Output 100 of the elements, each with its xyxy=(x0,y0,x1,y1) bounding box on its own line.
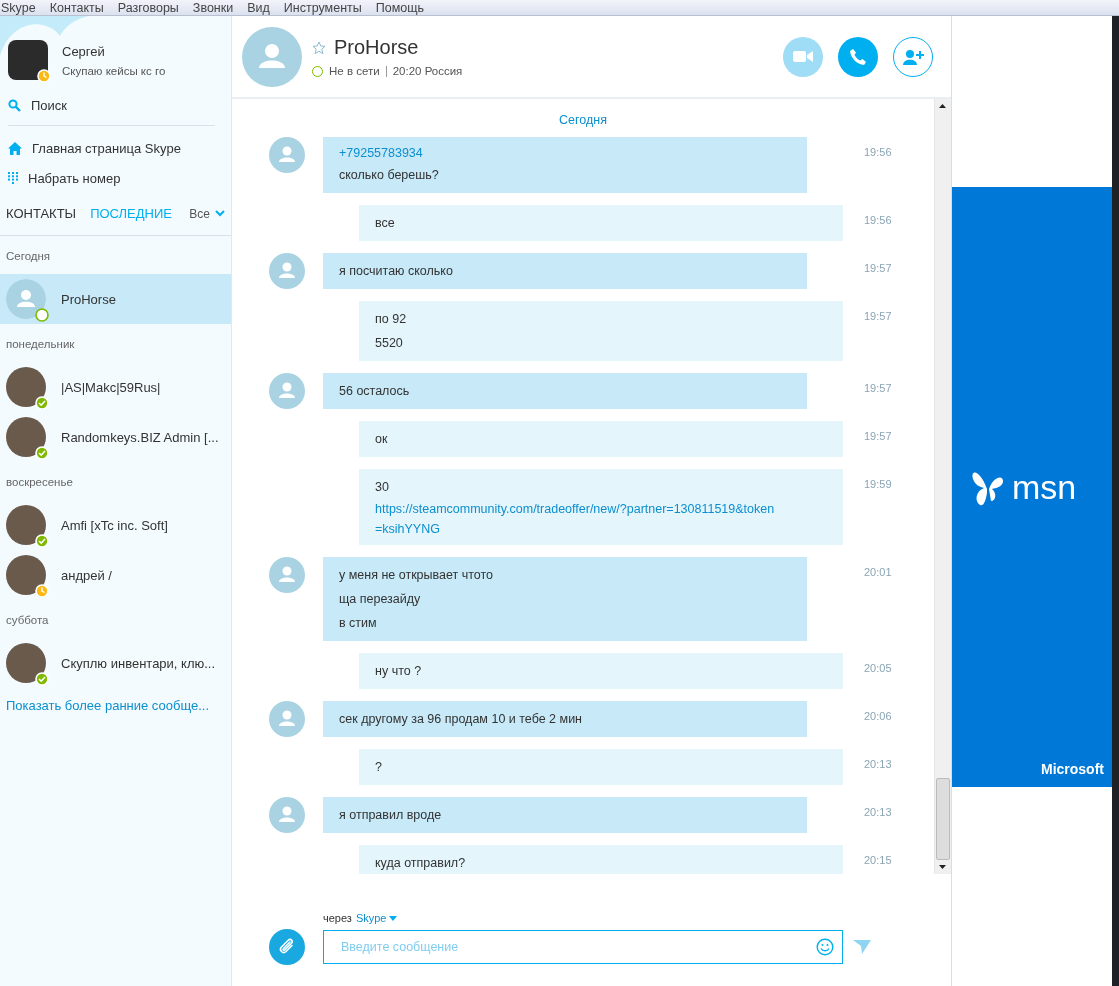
scrollbar[interactable] xyxy=(934,99,951,874)
local-time: 20:20 Россия xyxy=(392,65,463,77)
message-text: 30 xyxy=(375,479,390,496)
home-icon xyxy=(8,141,22,155)
add-contact-button[interactable] xyxy=(893,36,933,77)
show-earlier-link[interactable]: Показать более ранние сообще... xyxy=(0,688,231,723)
message-text: куда отправил? xyxy=(375,855,467,872)
link-label: Главная страница Skype xyxy=(32,140,181,156)
contact-item[interactable]: ProHorse xyxy=(0,274,231,324)
message-text: сколько берешь? xyxy=(339,167,440,184)
message-text: ща перезайду xyxy=(339,591,422,608)
ad-banner[interactable]: msn Microsoft xyxy=(952,187,1112,787)
contact-name: андрей / xyxy=(61,567,112,583)
message-input[interactable]: Введите сообщение xyxy=(339,939,816,955)
profile-name[interactable]: Сергей xyxy=(62,43,166,59)
call-button[interactable] xyxy=(838,36,878,77)
group-header: воскресенье xyxy=(5,475,74,490)
menu-item[interactable]: Вид xyxy=(247,0,270,15)
menu-item[interactable]: Помощь xyxy=(375,0,425,15)
menu-item[interactable]: Инструменты xyxy=(283,0,362,15)
group-header: суббота xyxy=(5,613,50,628)
paperclip-icon xyxy=(278,938,296,956)
add-person-icon xyxy=(902,48,924,65)
message-time: 19:57 xyxy=(864,381,892,394)
avatar-icon xyxy=(269,797,305,833)
emoji-icon[interactable] xyxy=(816,938,834,956)
avatar-icon xyxy=(269,137,305,173)
contact-item[interactable]: Amfi [xTc inc. Soft] xyxy=(0,500,231,550)
message-time: 20:01 xyxy=(864,565,892,578)
message-text: 5520 xyxy=(375,335,404,352)
message-text: я посчитаю сколько xyxy=(339,263,454,280)
menu-item[interactable]: Звонки xyxy=(192,0,234,15)
contact-name: Randomkeys.BIZ Admin [... xyxy=(61,429,219,445)
contact-name: Скуплю инвентари, клю... xyxy=(61,655,216,671)
message-text: 56 осталось xyxy=(339,383,411,400)
send-icon[interactable] xyxy=(853,940,871,954)
dialpad-icon xyxy=(8,172,18,184)
favorite-star-icon[interactable] xyxy=(312,40,326,55)
message-field[interactable]: Введите сообщение xyxy=(323,930,843,964)
message-time: 19:59 xyxy=(864,477,892,490)
status-text: Не в сети xyxy=(329,65,380,77)
video-camera-icon xyxy=(793,50,813,63)
search-button[interactable]: Поиск xyxy=(8,98,215,126)
contact-name: |AS|Makc|59Rus| xyxy=(61,379,161,395)
filter-dropdown[interactable]: Все xyxy=(189,206,225,221)
message-time: 19:57 xyxy=(864,309,892,322)
ad-logo-text: msn xyxy=(1012,467,1077,507)
list-tab[interactable]: КОНТАКТЫ xyxy=(6,206,77,221)
search-label: Поиск xyxy=(31,98,68,113)
contact-item[interactable]: андрей / xyxy=(0,550,231,600)
message-time: 20:13 xyxy=(864,757,892,770)
message-text: у меня не открывает чтото xyxy=(339,567,495,584)
message-text: ? xyxy=(375,759,383,776)
message-text: ну что ? xyxy=(375,663,423,680)
group-header: понедельник xyxy=(5,337,76,352)
avatar-icon xyxy=(269,253,305,289)
message-text: в стим xyxy=(339,615,378,632)
avatar-icon xyxy=(269,373,305,409)
message-text: ок xyxy=(375,431,389,448)
nav-link[interactable]: Главная страница Skype xyxy=(8,138,231,158)
avatar-icon xyxy=(269,701,305,737)
message-time: 20:15 xyxy=(864,853,892,866)
menu-item[interactable]: Skype xyxy=(1,0,36,15)
link-label: Набрать номер xyxy=(28,170,121,186)
avatar-icon xyxy=(242,26,302,87)
date-divider: Сегодня xyxy=(558,113,608,127)
message-time: 19:57 xyxy=(864,429,892,442)
message-time: 19:56 xyxy=(864,145,892,158)
nav-link[interactable]: Набрать номер xyxy=(8,168,231,188)
message-text: по 92 xyxy=(375,311,408,328)
contact-name: ProHorse xyxy=(61,291,116,307)
contact-item[interactable]: Randomkeys.BIZ Admin [... xyxy=(0,412,231,462)
message-text: я отправил вроде xyxy=(339,807,443,824)
message-time: 20:13 xyxy=(864,805,892,818)
contact-item[interactable]: |AS|Makc|59Rus| xyxy=(0,362,231,412)
message-time: 20:05 xyxy=(864,661,892,674)
phone-icon xyxy=(849,47,867,66)
via-label: через xyxy=(323,912,352,924)
search-icon xyxy=(8,99,21,112)
contact-item[interactable]: Скуплю инвентари, клю... xyxy=(0,638,231,688)
message-text: сек другому за 96 продам 10 и тебе 2 мин xyxy=(339,711,583,728)
avatar-icon xyxy=(269,557,305,593)
profile-photo-placeholder[interactable] xyxy=(8,40,48,80)
video-call-button[interactable] xyxy=(783,36,823,77)
contact-name: Amfi [xTc inc. Soft] xyxy=(61,517,168,533)
menu-item[interactable]: Контакты xyxy=(49,0,104,15)
mood-message[interactable]: Скупаю кейсы кс го xyxy=(62,64,166,77)
message-time: 19:56 xyxy=(864,213,892,226)
group-header: Сегодня xyxy=(5,249,52,264)
attach-button[interactable] xyxy=(269,929,305,965)
menu-item[interactable]: Разговоры xyxy=(117,0,179,15)
message-time: 19:57 xyxy=(864,261,892,274)
service-dropdown[interactable]: Skype xyxy=(355,912,398,924)
message-time: 20:06 xyxy=(864,709,892,722)
ad-brand: Microsoft xyxy=(1041,761,1104,777)
caret-icon xyxy=(389,915,398,921)
chevron-icon xyxy=(215,210,225,217)
message-text: все xyxy=(375,215,396,232)
contact-name: ProHorse xyxy=(334,36,419,59)
scroll-thumb[interactable] xyxy=(936,778,950,860)
